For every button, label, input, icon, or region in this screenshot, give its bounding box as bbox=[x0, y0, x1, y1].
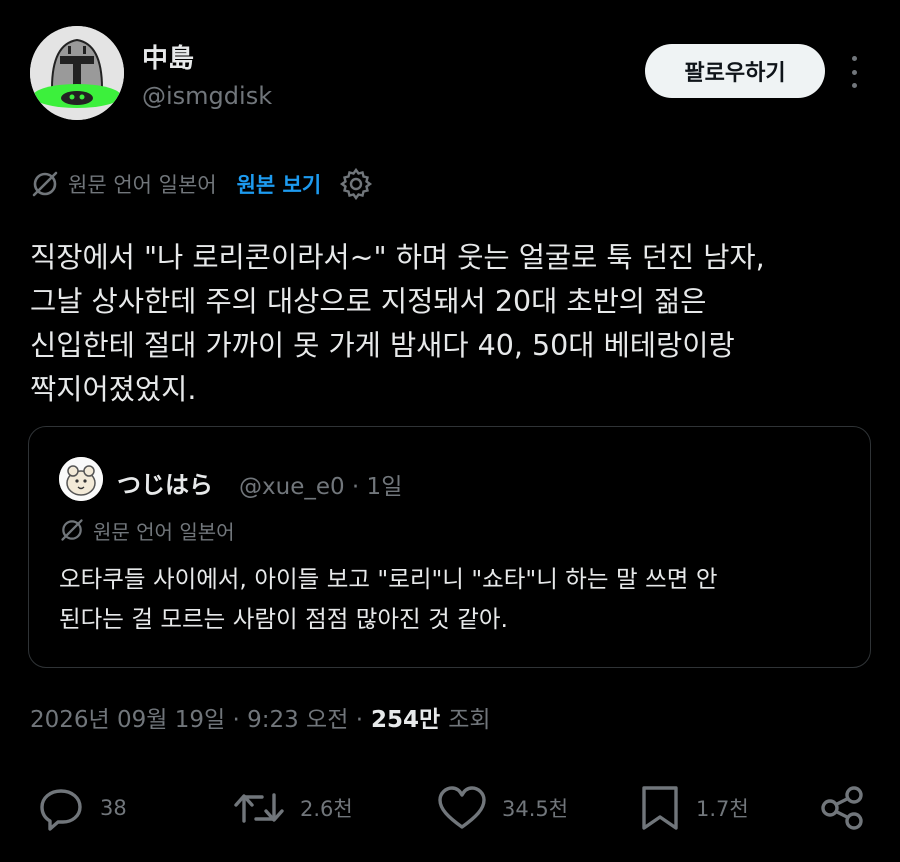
bookmark-icon bbox=[638, 783, 682, 833]
author-handle[interactable]: @ismgdisk bbox=[142, 82, 272, 110]
quoted-tweet[interactable]: つじはら @xue_e0 · 1일 원문 언어 일본어 오타쿠들 사이에서, 아… bbox=[28, 426, 871, 668]
like-button[interactable]: 34.5천 bbox=[436, 778, 568, 838]
view-count: 254만 bbox=[371, 707, 441, 733]
reply-count: 38 bbox=[100, 796, 127, 820]
quoted-tweet-text: 오타쿠들 사이에서, 아이들 보고 "로리"니 "쇼타"니 하는 말 쓰면 안 … bbox=[59, 565, 718, 633]
translate-icon bbox=[30, 169, 60, 199]
tweet-meta: 2026년 09월 19일 · 9:23 오전 · 254만 조회 bbox=[30, 700, 491, 734]
translation-language: 원문 언어 일본어 bbox=[68, 173, 217, 197]
quoted-translation-row: 원문 언어 일본어 bbox=[59, 513, 235, 547]
translation-row: 원문 언어 일본어 원본 보기 bbox=[30, 166, 373, 202]
bookmark-button[interactable]: 1.7천 bbox=[638, 778, 749, 838]
view-label: 조회 bbox=[448, 707, 491, 733]
timestamp[interactable]: 2026년 09월 19일 · 9:23 오전 · bbox=[30, 700, 363, 734]
author-name[interactable]: 中島 bbox=[142, 38, 194, 75]
gear-icon[interactable] bbox=[339, 167, 373, 201]
tweet-text: 직장에서 "나 로리콘이라서~" 하며 웃는 얼굴로 툭 던진 남자, 그날 상… bbox=[30, 241, 765, 406]
reply-button[interactable]: 38 bbox=[36, 778, 127, 838]
like-count: 34.5천 bbox=[502, 797, 569, 821]
action-bar: 38 2.6천 34.5천 1.7천 bbox=[0, 778, 900, 838]
share-icon bbox=[818, 783, 866, 833]
retweet-icon bbox=[232, 783, 286, 833]
retweet-button[interactable]: 2.6천 bbox=[232, 778, 353, 838]
bookmark-count: 1.7천 bbox=[696, 797, 749, 821]
show-original-link[interactable]: 원본 보기 bbox=[237, 169, 322, 199]
follow-button[interactable]: 팔로우하기 bbox=[645, 44, 825, 98]
retweet-count: 2.6천 bbox=[300, 797, 353, 821]
share-button[interactable] bbox=[818, 778, 866, 838]
quoted-author-avatar[interactable] bbox=[59, 457, 103, 501]
author-avatar[interactable] bbox=[30, 26, 124, 120]
more-options-icon[interactable] bbox=[842, 52, 866, 92]
reply-icon bbox=[36, 783, 86, 833]
quoted-translation-language: 원문 언어 일본어 bbox=[93, 519, 235, 544]
translate-icon bbox=[59, 517, 85, 543]
quoted-author-name: つじはら bbox=[117, 471, 213, 499]
heart-icon bbox=[436, 783, 488, 833]
quoted-author-meta: @xue_e0 · 1일 bbox=[239, 474, 403, 500]
